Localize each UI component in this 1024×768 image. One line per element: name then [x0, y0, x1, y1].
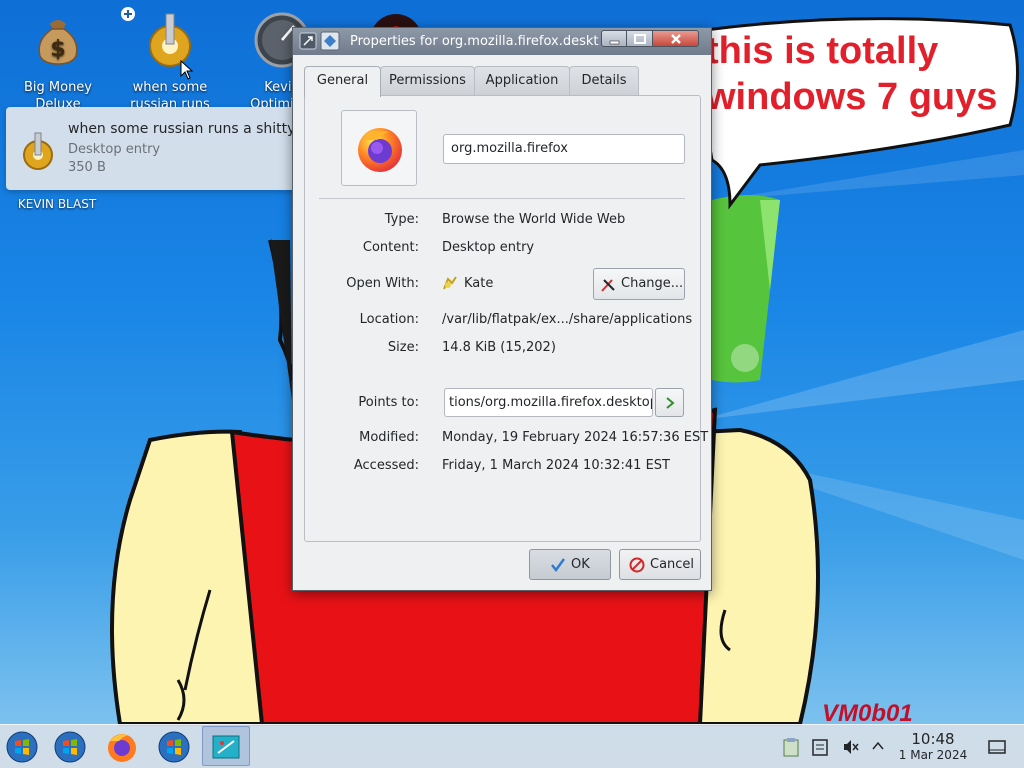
wallpaper-speech-text: this is totally windows 7 guys: [706, 28, 1016, 120]
tooltip-size: 350 B: [68, 160, 106, 175]
tooltip-title: when some russian runs a shitty rat: [68, 121, 320, 137]
chevron-right-icon: [666, 397, 675, 409]
firefox-icon: [108, 734, 136, 762]
maximize-icon: [634, 34, 646, 44]
clock-date: 1 Mar 2024: [898, 748, 968, 762]
dolphin-icon: [212, 735, 240, 759]
clipboard-icon[interactable]: [782, 737, 800, 757]
change-button[interactable]: Change...: [593, 268, 685, 300]
ok-button[interactable]: OK: [529, 549, 611, 580]
modified-value: Monday, 19 February 2024 16:57:36 EST: [442, 430, 709, 445]
volume-muted-icon[interactable]: [842, 738, 860, 756]
change-button-label: Change...: [621, 276, 684, 291]
minimize-button[interactable]: [601, 30, 627, 47]
dialog-titlebar[interactable]: Properties for org.mozilla.firefox.deskt…: [293, 28, 711, 55]
firefox-icon: [358, 128, 402, 172]
speech-line-2: windows 7 guys: [706, 76, 998, 118]
desktop-icon-label-kevin-blast[interactable]: KEVIN BLAST: [6, 197, 108, 211]
kate-icon: [443, 276, 457, 290]
maximize-button[interactable]: [627, 30, 653, 47]
go-to-target-button[interactable]: [655, 388, 684, 417]
tab-application[interactable]: Application: [474, 66, 570, 96]
type-label: Type:: [384, 212, 419, 227]
taskbar-app-windows-2[interactable]: [156, 729, 192, 765]
mouse-cursor-icon: [180, 60, 194, 80]
cancel-button-label: Cancel: [650, 557, 695, 572]
taskbar-app-dolphin[interactable]: [202, 726, 250, 766]
tooltip-type: Desktop entry: [68, 142, 161, 157]
open-with-value: Kate: [464, 276, 494, 291]
clock-time: 10:48: [911, 730, 955, 748]
ok-button-label: OK: [571, 557, 590, 572]
notes-icon[interactable]: [812, 738, 828, 756]
show-desktop-icon[interactable]: [988, 738, 1006, 756]
windows-orb-icon: [158, 731, 190, 763]
svg-text:$: $: [50, 37, 65, 62]
close-button[interactable]: [653, 30, 699, 47]
accessed-label: Accessed:: [353, 458, 419, 473]
desktop-icon-russian-rat[interactable]: when some russian runs a...: [120, 7, 220, 113]
minimize-icon: [609, 40, 620, 45]
file-tooltip: when some russian runs a shitty rat Desk…: [6, 107, 334, 190]
location-value: /var/lib/flatpak/ex.../share/application…: [442, 312, 693, 327]
add-emblem-icon: [121, 7, 135, 21]
checkmark-icon: [551, 558, 566, 573]
tab-details[interactable]: Details: [569, 66, 639, 96]
points-to-label: Points to:: [358, 395, 419, 410]
pin-icon[interactable]: [299, 32, 317, 50]
properties-dialog: Properties for org.mozilla.firefox.deskt…: [292, 27, 712, 591]
taskbar: 10:48 1 Mar 2024: [0, 724, 1024, 768]
edit-icon: [601, 279, 615, 292]
separator: [319, 198, 685, 199]
tab-permissions[interactable]: Permissions: [380, 66, 475, 96]
accessed-value: Friday, 1 March 2024 10:32:41 EST: [442, 458, 670, 473]
money-bag-icon: $: [38, 20, 78, 65]
taskbar-app-windows[interactable]: [52, 729, 88, 765]
close-icon: [671, 34, 681, 44]
chevron-up-icon[interactable]: [871, 740, 885, 752]
start-menu-button[interactable]: [4, 729, 40, 765]
window-menu-icon[interactable]: [320, 31, 340, 51]
content-label: Content:: [362, 240, 419, 255]
cancel-button[interactable]: Cancel: [619, 549, 701, 580]
tab-general[interactable]: General: [304, 66, 381, 97]
size-label: Size:: [387, 340, 419, 355]
size-value: 14.8 KiB (15,202): [442, 340, 556, 355]
content-value: Desktop entry: [442, 240, 535, 255]
dialog-title: Properties for org.mozilla.firefox.deskt…: [350, 34, 600, 49]
taskbar-app-firefox[interactable]: [104, 729, 140, 765]
gear-icon: [23, 132, 53, 170]
type-value: Browse the World Wide Web: [442, 212, 626, 227]
desktop-icon-big-money-deluxe[interactable]: $ Big Money Deluxe: [8, 12, 108, 113]
open-with-label: Open With:: [346, 276, 419, 291]
speech-line-1: this is totally: [706, 30, 939, 72]
app-icon-button[interactable]: [341, 110, 417, 186]
clock[interactable]: 10:48 1 Mar 2024: [894, 731, 972, 763]
modified-label: Modified:: [359, 430, 419, 445]
windows-orb-icon: [54, 731, 86, 763]
cancel-icon: [629, 557, 645, 573]
location-label: Location:: [359, 312, 419, 327]
start-orb-icon: [6, 731, 38, 763]
name-input[interactable]: org.mozilla.firefox: [443, 134, 685, 164]
points-to-input[interactable]: tions/org.mozilla.firefox.desktop: [444, 388, 653, 417]
